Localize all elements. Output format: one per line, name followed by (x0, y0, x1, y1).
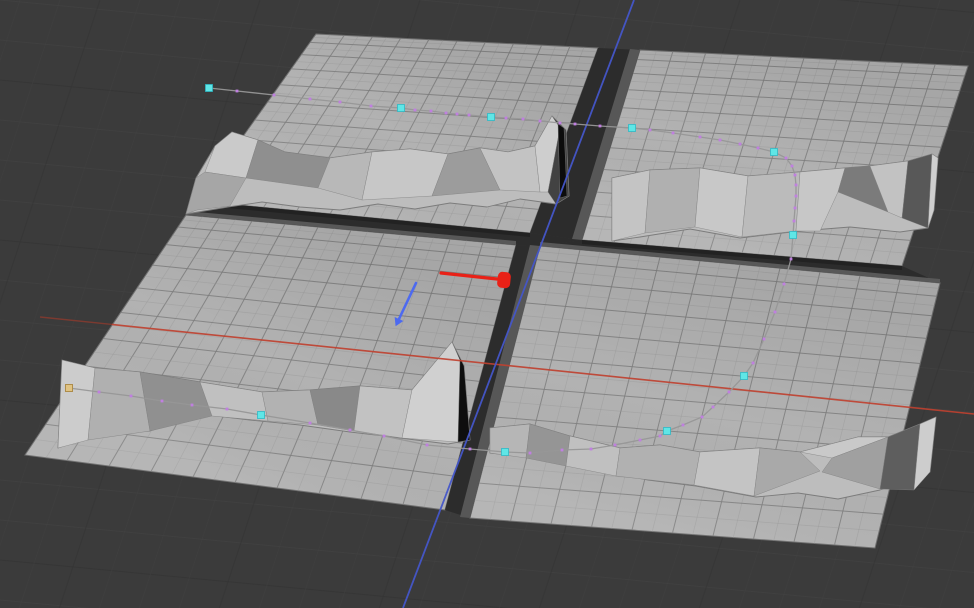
curve-edit-point[interactable] (763, 338, 766, 341)
red-gizmo-head[interactable] (497, 271, 512, 288)
curve-edit-point[interactable] (752, 362, 755, 365)
curve-edit-point[interactable] (309, 98, 312, 101)
curve-edit-point[interactable] (757, 147, 760, 150)
curve-edit-point[interactable] (469, 448, 472, 451)
curve-control-point[interactable] (206, 85, 213, 92)
curve-edit-point[interactable] (791, 165, 794, 168)
curve-edit-point[interactable] (161, 400, 164, 403)
curve-edit-point[interactable] (659, 435, 662, 438)
curve-control-point[interactable] (502, 449, 509, 456)
curve-edit-point[interactable] (649, 129, 652, 132)
curve-edit-point[interactable] (793, 220, 796, 223)
curve-edit-point[interactable] (739, 143, 742, 146)
curve-control-point[interactable] (790, 232, 797, 239)
curve-edit-point[interactable] (273, 94, 276, 97)
curve-edit-point[interactable] (790, 258, 793, 261)
curve-edit-point[interactable] (639, 439, 642, 442)
curve-edit-point[interactable] (559, 122, 562, 125)
curve-edit-point[interactable] (522, 118, 525, 121)
curve-edit-point[interactable] (712, 406, 715, 409)
curve-edit-point[interactable] (783, 283, 786, 286)
viewport-3d[interactable] (0, 0, 974, 608)
curve-edit-point[interactable] (794, 207, 797, 210)
curve-edit-point[interactable] (370, 105, 373, 108)
curve-control-point[interactable] (771, 149, 778, 156)
curve-edit-point[interactable] (339, 101, 342, 104)
curve-edit-point[interactable] (505, 117, 508, 120)
ridge-facet (354, 386, 412, 438)
curve-edit-point[interactable] (414, 109, 417, 112)
curve-edit-point[interactable] (445, 112, 448, 115)
ridge-facet (742, 172, 800, 237)
curve-edit-point[interactable] (682, 424, 685, 427)
curve-edit-point[interactable] (468, 114, 471, 117)
curve-edit-point[interactable] (699, 136, 702, 139)
curve-edit-point[interactable] (426, 444, 429, 447)
curve-edit-point[interactable] (795, 195, 798, 198)
ridge-facet (612, 170, 650, 241)
curve-edit-point[interactable] (191, 404, 194, 407)
curve-edit-point[interactable] (574, 123, 577, 126)
curve-active-endpoint[interactable] (66, 385, 73, 392)
curve-edit-point[interactable] (383, 435, 386, 438)
curve-edit-point[interactable] (349, 429, 352, 432)
ridge-facet (645, 168, 700, 233)
curve-edit-point[interactable] (728, 391, 731, 394)
curve-edit-point[interactable] (672, 132, 675, 135)
curve-edit-point[interactable] (701, 416, 704, 419)
curve-control-point[interactable] (488, 114, 495, 121)
ridge-facet (88, 368, 150, 440)
curve-edit-point[interactable] (614, 444, 617, 447)
curve-edit-point[interactable] (456, 113, 459, 116)
viewport-canvas[interactable] (0, 0, 974, 608)
curve-edit-point[interactable] (719, 139, 722, 142)
curve-edit-point[interactable] (236, 90, 239, 93)
curve-edit-point[interactable] (309, 422, 312, 425)
curve-control-point[interactable] (741, 373, 748, 380)
curve-edit-point[interactable] (430, 110, 433, 113)
curve-control-point[interactable] (398, 105, 405, 112)
curve-edit-point[interactable] (590, 448, 593, 451)
curve-edit-point[interactable] (130, 395, 133, 398)
ridge-facet (695, 168, 748, 237)
curve-edit-point[interactable] (98, 391, 101, 394)
curve-edit-point[interactable] (785, 157, 788, 160)
curve-edit-point[interactable] (599, 125, 602, 128)
curve-edit-point[interactable] (561, 449, 564, 452)
curve-edit-point[interactable] (529, 452, 532, 455)
curve-control-point[interactable] (629, 125, 636, 132)
curve-edit-point[interactable] (794, 174, 797, 177)
curve-edit-point[interactable] (795, 184, 798, 187)
terrain-tile-lower-right[interactable] (470, 246, 940, 548)
curve-control-point[interactable] (664, 428, 671, 435)
curve-control-point[interactable] (258, 412, 265, 419)
curve-edit-point[interactable] (774, 311, 777, 314)
curve-edit-point[interactable] (226, 408, 229, 411)
curve-edit-point[interactable] (539, 120, 542, 123)
